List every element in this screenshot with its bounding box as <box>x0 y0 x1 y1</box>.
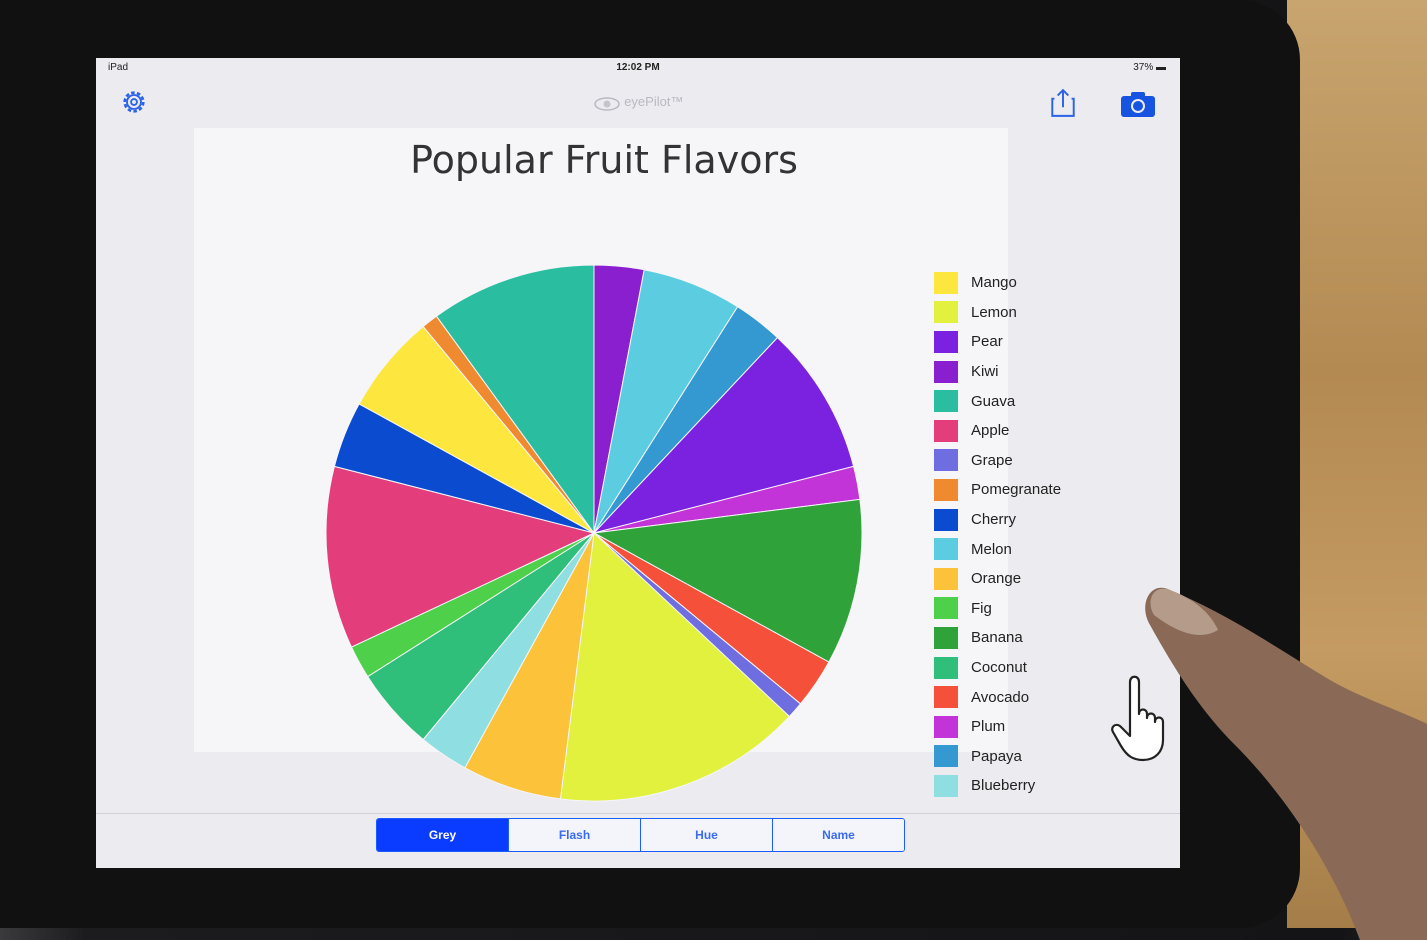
legend-item-kiwi: Kiwi <box>934 357 1061 387</box>
legend-label: Fig <box>971 599 992 617</box>
legend-item-fig: Fig <box>934 594 1061 624</box>
toolbar-divider <box>96 813 1180 814</box>
legend-item-cherry: Cherry <box>934 505 1061 535</box>
legend-item-plum: Plum <box>934 712 1061 742</box>
battery-status: 37% ▬ <box>1133 62 1166 73</box>
legend-swatch <box>934 715 958 738</box>
legend-swatch <box>934 538 958 561</box>
legend-swatch <box>934 330 958 353</box>
legend-label: Lemon <box>971 303 1017 321</box>
legend-item-apple: Apple <box>934 416 1061 446</box>
chart-legend: Mango Lemon Pear Kiwi Guava Apple Grape Pomegra… <box>934 268 1061 801</box>
legend-swatch <box>934 626 958 649</box>
legend-item-avocado: Avocado <box>934 682 1061 712</box>
pie-chart <box>325 264 863 802</box>
legend-swatch <box>934 508 958 531</box>
nav-bar: eyePilot™ <box>96 80 1180 126</box>
legend-label: Mango <box>971 274 1017 292</box>
legend-swatch <box>934 774 958 797</box>
tablet-screen: iPad 12:02 PM 37% ▬ eyePilot™ Popular Fr… <box>96 58 1180 868</box>
legend-item-orange: Orange <box>934 564 1061 594</box>
legend-label: Orange <box>971 570 1022 588</box>
legend-label: Coconut <box>971 659 1027 677</box>
finger-photo <box>1145 587 1427 940</box>
legend-item-banana: Banana <box>934 623 1061 653</box>
legend-swatch <box>934 567 958 590</box>
legend-item-papaya: Papaya <box>934 742 1061 772</box>
legend-label: Pear <box>971 333 1003 351</box>
legend-swatch <box>934 656 958 679</box>
legend-swatch <box>934 419 958 442</box>
legend-item-blueberry: Blueberry <box>934 771 1061 801</box>
legend-label: Cherry <box>971 511 1017 529</box>
legend-swatch <box>934 360 958 383</box>
legend-item-pear: Pear <box>934 327 1061 357</box>
legend-item-pomegranate: Pomegranate <box>934 475 1061 505</box>
segment-flash[interactable]: Flash <box>508 819 640 851</box>
legend-label: Avocado <box>971 688 1030 706</box>
legend-label: Melon <box>971 540 1012 558</box>
legend-swatch <box>934 478 958 501</box>
legend-swatch <box>934 301 958 324</box>
legend-label: Plum <box>971 718 1006 736</box>
segment-grey[interactable]: Grey <box>377 819 508 851</box>
legend-swatch <box>934 271 958 294</box>
battery-icon: ▬ <box>1156 62 1166 73</box>
legend-item-guava: Guava <box>934 386 1061 416</box>
legend-label: Grape <box>971 451 1013 469</box>
legend-swatch <box>934 745 958 768</box>
status-bar: iPad 12:02 PM 37% ▬ <box>96 58 1180 80</box>
legend-item-melon: Melon <box>934 534 1061 564</box>
legend-label: Guava <box>971 392 1016 410</box>
legend-label: Pomegranate <box>971 481 1062 499</box>
share-icon[interactable] <box>1050 88 1076 118</box>
legend-item-coconut: Coconut <box>934 653 1061 683</box>
legend-swatch <box>934 449 958 472</box>
chart-panel: Popular Fruit Flavors Mango Lemon Pear Kiwi… <box>194 128 1061 802</box>
app-name: eyePilot™ <box>624 94 684 109</box>
status-time: 12:02 PM <box>616 62 660 73</box>
legend-item-grape: Grape <box>934 446 1061 476</box>
legend-swatch <box>934 686 958 709</box>
eye-logo-icon <box>593 96 620 111</box>
chart-title: Popular Fruit Flavors <box>410 138 798 182</box>
battery-percent: 37% <box>1133 62 1154 73</box>
legend-item-lemon: Lemon <box>934 298 1061 328</box>
legend-item-mango: Mango <box>934 268 1061 298</box>
camera-icon[interactable] <box>1120 90 1156 118</box>
mode-segmented-control: Grey Flash Hue Name <box>376 818 905 852</box>
app-title: eyePilot™ <box>96 94 1180 111</box>
legend-label: Kiwi <box>971 363 999 381</box>
legend-swatch <box>934 390 958 413</box>
legend-label: Apple <box>971 422 1010 440</box>
legend-label: Papaya <box>971 747 1022 765</box>
legend-label: Blueberry <box>971 777 1036 795</box>
segment-name[interactable]: Name <box>772 819 904 851</box>
segment-hue[interactable]: Hue <box>640 819 772 851</box>
legend-label: Banana <box>971 629 1023 647</box>
legend-swatch <box>934 597 958 620</box>
